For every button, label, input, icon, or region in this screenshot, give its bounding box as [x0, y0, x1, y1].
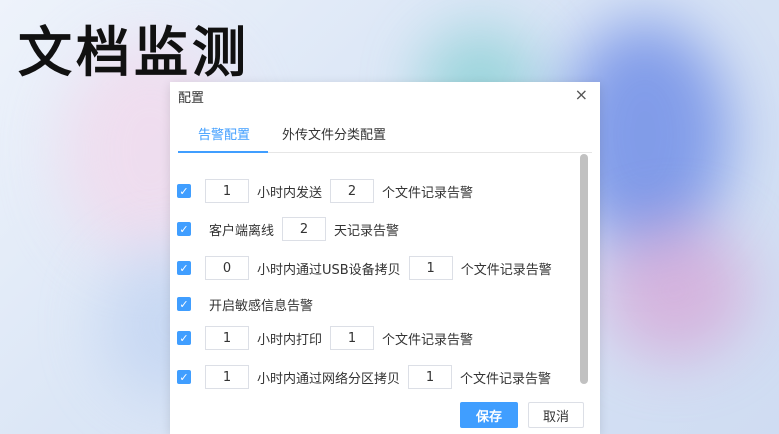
rule-text: 天记录告警: [334, 223, 400, 239]
rule-row-offline: ✓ 客户端离线 2 天记录告警: [177, 216, 407, 242]
file-count-input[interactable]: 1: [408, 365, 453, 389]
checkbox[interactable]: ✓: [177, 261, 191, 275]
rule-text: 客户端离线: [209, 223, 275, 239]
close-icon[interactable]: ×: [575, 85, 588, 104]
checkbox[interactable]: ✓: [177, 370, 191, 384]
rule-text: 小时内通过网络分区拷贝: [257, 371, 401, 387]
save-button[interactable]: 保存: [460, 402, 518, 428]
file-count-input[interactable]: 1: [408, 256, 453, 280]
rule-text: 个文件记录告警: [382, 332, 474, 348]
tab-alarm-config[interactable]: 告警配置: [198, 124, 250, 143]
tab-file-classification[interactable]: 外传文件分类配置: [282, 124, 386, 143]
rule-row-sensitive: ✓ 开启敏感信息告警: [177, 291, 321, 317]
check-icon: ✓: [179, 184, 189, 198]
rule-text: 开启敏感信息告警: [209, 298, 314, 314]
tab-bar: 告警配置 外传文件分类配置: [178, 114, 592, 153]
rule-text: 小时内通过USB设备拷贝: [257, 262, 401, 278]
rule-text: 个文件记录告警: [460, 371, 552, 387]
check-icon: ✓: [179, 331, 189, 345]
background-blob: [600, 220, 750, 360]
rule-text: 个文件记录告警: [460, 262, 552, 278]
dialog-title: 配置: [178, 91, 205, 106]
vertical-scrollbar[interactable]: [580, 154, 588, 384]
check-icon: ✓: [179, 261, 189, 275]
rule-row-usb: ✓ 0 小时内通过USB设备拷贝 1 个文件记录告警: [177, 255, 560, 281]
checkbox[interactable]: ✓: [177, 297, 191, 311]
rule-row-print: ✓ 1 小时内打印 1 个文件记录告警: [177, 325, 481, 351]
hours-input[interactable]: 1: [205, 179, 249, 203]
config-dialog: 配置 × 告警配置 外传文件分类配置 ✓ 1 小时内发送 2 个文件记录告警 ✓…: [170, 82, 600, 434]
rule-text: 小时内打印: [257, 332, 323, 348]
rule-text: 个文件记录告警: [382, 185, 474, 201]
active-tab-indicator: [178, 151, 268, 153]
hours-input[interactable]: 0: [205, 256, 249, 280]
checkbox[interactable]: ✓: [177, 331, 191, 345]
check-icon: ✓: [179, 297, 189, 311]
checkbox[interactable]: ✓: [177, 184, 191, 198]
check-icon: ✓: [179, 222, 189, 236]
rule-row-network: ✓ 1 小时内通过网络分区拷贝 1 个文件记录告警: [177, 364, 559, 390]
hours-input[interactable]: 1: [205, 326, 249, 350]
rule-row-send: ✓ 1 小时内发送 2 个文件记录告警: [177, 178, 481, 204]
rule-text: 小时内发送: [257, 185, 323, 201]
file-count-input[interactable]: 2: [330, 179, 375, 203]
page-title: 文档监测: [18, 21, 250, 84]
days-input[interactable]: 2: [282, 217, 327, 241]
file-count-input[interactable]: 1: [330, 326, 375, 350]
checkbox[interactable]: ✓: [177, 222, 191, 236]
check-icon: ✓: [179, 370, 189, 384]
cancel-button[interactable]: 取消: [528, 402, 584, 428]
hours-input[interactable]: 1: [205, 365, 249, 389]
